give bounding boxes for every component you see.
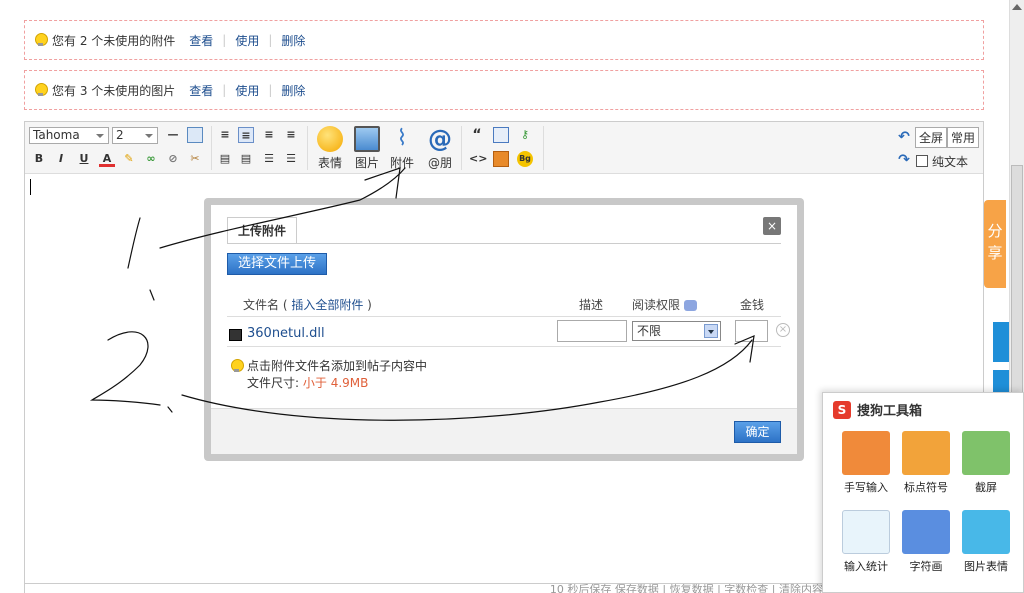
sogou-toolbox-title: 搜狗工具箱 [857,404,923,419]
bar-chart-icon [842,510,890,554]
tool-label: 字符画 [909,560,943,573]
sogou-logo-icon: S [833,400,851,419]
page: 您有 2 个未使用的附件 查看 | 使用 | 删除 您有 3 个未使用的图片 查… [0,0,1024,593]
side-widget[interactable] [993,370,1009,394]
tool-label: 图片表情 [964,560,1008,573]
share-tab[interactable]: 分享 [984,200,1006,288]
tool-label: 输入统计 [844,560,888,573]
punctuation-tool[interactable]: 标点符号 [896,431,956,495]
sogou-toolbox-panel: S 搜狗工具箱 手写输入 标点符号 截屏 输入统计 字符画 图片表情 [822,392,1024,593]
side-widget[interactable] [993,322,1009,362]
punctuation-icon [902,431,950,475]
screenshot-tool[interactable]: 截屏 [956,431,1016,495]
tool-label: 截屏 [975,481,997,494]
character-art-icon [902,510,950,554]
smiley-icon [962,510,1010,554]
handwriting-input-tool[interactable]: 手写输入 [836,431,896,495]
input-stats-tool[interactable]: 输入统计 [836,510,896,574]
character-art-tool[interactable]: 字符画 [896,510,956,574]
tool-label: 手写输入 [844,481,888,494]
scroll-up-icon[interactable] [1012,4,1022,10]
scroll-thumb[interactable] [1011,165,1023,395]
image-emoji-tool[interactable]: 图片表情 [956,510,1016,574]
tool-label: 标点符号 [904,481,948,494]
handwriting-icon [842,431,890,475]
scissors-icon [962,431,1010,475]
